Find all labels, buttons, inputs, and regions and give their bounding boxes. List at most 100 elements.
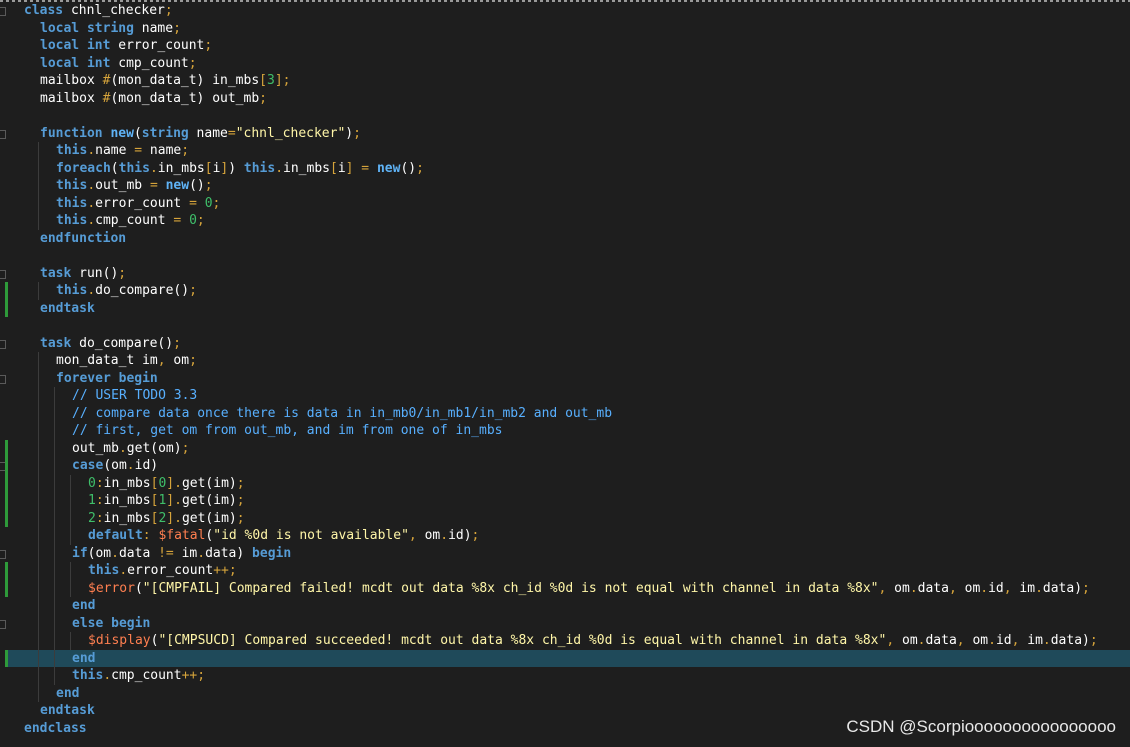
code-token: name bbox=[95, 143, 135, 158]
code-token: ; bbox=[204, 38, 213, 53]
code-token: . bbox=[118, 440, 127, 456]
code-line[interactable]: 2:in_mbs[2].get(im); bbox=[8, 509, 1130, 528]
code-line[interactable]: this.cmp_count++; bbox=[8, 667, 1130, 685]
code-token: ; bbox=[236, 475, 245, 491]
indent-guide bbox=[54, 422, 55, 440]
code-line[interactable]: local int cmp_count; bbox=[8, 55, 1130, 73]
code-line[interactable]: end bbox=[8, 649, 1130, 667]
editor-gutter[interactable] bbox=[0, 0, 8, 747]
code-token: string bbox=[141, 125, 189, 141]
indent-guide bbox=[38, 194, 39, 212]
code-line[interactable]: out_mb.get(om); bbox=[8, 439, 1130, 457]
code-token: 3 bbox=[267, 73, 275, 88]
fold-marker-icon[interactable] bbox=[0, 619, 6, 629]
code-line[interactable]: this.do_compare(); bbox=[8, 282, 1130, 300]
code-token: [ bbox=[259, 73, 267, 88]
code-token: ( bbox=[110, 160, 119, 176]
code-line[interactable]: forever begin bbox=[8, 369, 1130, 387]
code-token: . bbox=[111, 545, 119, 561]
code-line[interactable]: // first, get om from out_mb, and im fro… bbox=[8, 422, 1130, 440]
code-line[interactable]: class chnl_checker; bbox=[8, 2, 1130, 20]
code-line[interactable]: local string name; bbox=[8, 20, 1130, 38]
code-token: = bbox=[361, 160, 370, 176]
code-text: task run(); bbox=[40, 265, 126, 283]
indent-guide bbox=[70, 579, 71, 597]
code-token: . bbox=[87, 283, 96, 298]
fold-marker-icon[interactable] bbox=[0, 269, 6, 279]
code-token: "id %0d is not available" bbox=[213, 528, 409, 543]
code-line[interactable]: this.cmp_count = 0; bbox=[8, 212, 1130, 230]
indent-guide bbox=[38, 527, 39, 545]
code-line[interactable]: else begin bbox=[8, 614, 1130, 633]
code-line[interactable]: end bbox=[8, 597, 1130, 615]
code-token: ; bbox=[189, 353, 197, 368]
code-line[interactable]: // compare data once there is data in in… bbox=[8, 404, 1130, 422]
indent-guide bbox=[54, 492, 55, 510]
code-token: id) bbox=[134, 458, 159, 473]
code-text: default: $fatal("id %0d is not available… bbox=[88, 527, 479, 545]
code-line[interactable] bbox=[8, 107, 1130, 125]
code-line[interactable]: foreach(this.in_mbs[i]) this.in_mbs[i] =… bbox=[8, 159, 1130, 177]
code-line[interactable]: case(om.id) bbox=[8, 457, 1130, 475]
code-text: this.out_mb = new(); bbox=[56, 177, 213, 195]
code-token: ] bbox=[166, 510, 175, 526]
code-text: endtask bbox=[40, 702, 95, 720]
fold-marker-icon[interactable] bbox=[0, 374, 6, 384]
code-line[interactable]: $error("[CMPFAIL] Compared failed! mcdt … bbox=[8, 579, 1130, 597]
indent-guide bbox=[38, 142, 39, 160]
indent-guide bbox=[54, 649, 55, 667]
code-token: int bbox=[86, 38, 111, 53]
code-line[interactable]: endtask bbox=[8, 300, 1130, 318]
indent-guide bbox=[54, 439, 55, 457]
code-line[interactable]: task do_compare(); bbox=[8, 335, 1130, 353]
code-line[interactable]: mailbox #(mon_data_t) in_mbs[3]; bbox=[8, 72, 1130, 90]
code-line[interactable]: this.out_mb = new(); bbox=[8, 177, 1130, 195]
code-line[interactable]: end bbox=[8, 684, 1130, 702]
code-token: . bbox=[988, 633, 996, 648]
code-token: chnl_checker bbox=[63, 3, 165, 18]
code-editor[interactable]: class chnl_checker; local string name; loc… bbox=[8, 2, 1130, 737]
code-token: [ bbox=[204, 160, 213, 176]
code-token: . bbox=[87, 178, 96, 193]
code-token: endclass bbox=[24, 720, 87, 736]
code-token: : bbox=[95, 475, 104, 491]
code-token: ] bbox=[166, 475, 175, 491]
code-line[interactable]: endfunction bbox=[8, 230, 1130, 248]
code-line[interactable]: $display("[CMPSUCD] Compared succeeded! … bbox=[8, 632, 1130, 650]
code-token: ; bbox=[353, 125, 361, 141]
code-line[interactable]: mon_data_t im, om; bbox=[8, 352, 1130, 370]
code-line[interactable]: 0:in_mbs[0].get(im); bbox=[8, 474, 1130, 492]
code-token: data) bbox=[205, 545, 253, 561]
code-token: . bbox=[197, 545, 206, 561]
code-line[interactable] bbox=[8, 247, 1130, 265]
code-token: get(om) bbox=[126, 440, 182, 456]
code-line[interactable]: local int error_count; bbox=[8, 37, 1130, 55]
code-line[interactable]: function new(string name="chnl_checker")… bbox=[8, 125, 1130, 143]
code-token: this bbox=[56, 143, 88, 158]
code-text: else begin bbox=[72, 615, 150, 633]
fold-marker-icon[interactable] bbox=[0, 129, 6, 139]
code-token: name bbox=[133, 20, 174, 36]
code-line[interactable]: this.error_count++; bbox=[8, 562, 1130, 580]
code-token: ; bbox=[236, 510, 245, 526]
code-token: , bbox=[1003, 580, 1012, 596]
code-line[interactable]: default: $fatal("id %0d is not available… bbox=[8, 527, 1130, 545]
code-line[interactable]: this.error_count = 0; bbox=[8, 194, 1130, 212]
code-line[interactable]: 1:in_mbs[1].get(im); bbox=[8, 492, 1130, 510]
code-text: 2:in_mbs[2].get(im); bbox=[88, 510, 245, 528]
code-token: ) bbox=[228, 160, 244, 176]
code-line[interactable]: mailbox #(mon_data_t) out_mb; bbox=[8, 90, 1130, 108]
code-line[interactable]: task run(); bbox=[8, 265, 1130, 283]
code-line[interactable] bbox=[8, 317, 1130, 335]
code-line[interactable]: if(om.data != im.data) begin bbox=[8, 544, 1130, 562]
fold-marker-icon[interactable] bbox=[0, 339, 6, 349]
code-token: ; bbox=[188, 55, 197, 71]
fold-marker-icon[interactable] bbox=[0, 549, 6, 559]
fold-marker-icon[interactable] bbox=[0, 7, 6, 16]
code-line[interactable]: // USER TODO 3.3 bbox=[8, 387, 1130, 405]
code-token: (om bbox=[103, 458, 127, 473]
code-line[interactable]: this.name = name; bbox=[8, 142, 1130, 160]
code-token: begin bbox=[118, 370, 158, 386]
